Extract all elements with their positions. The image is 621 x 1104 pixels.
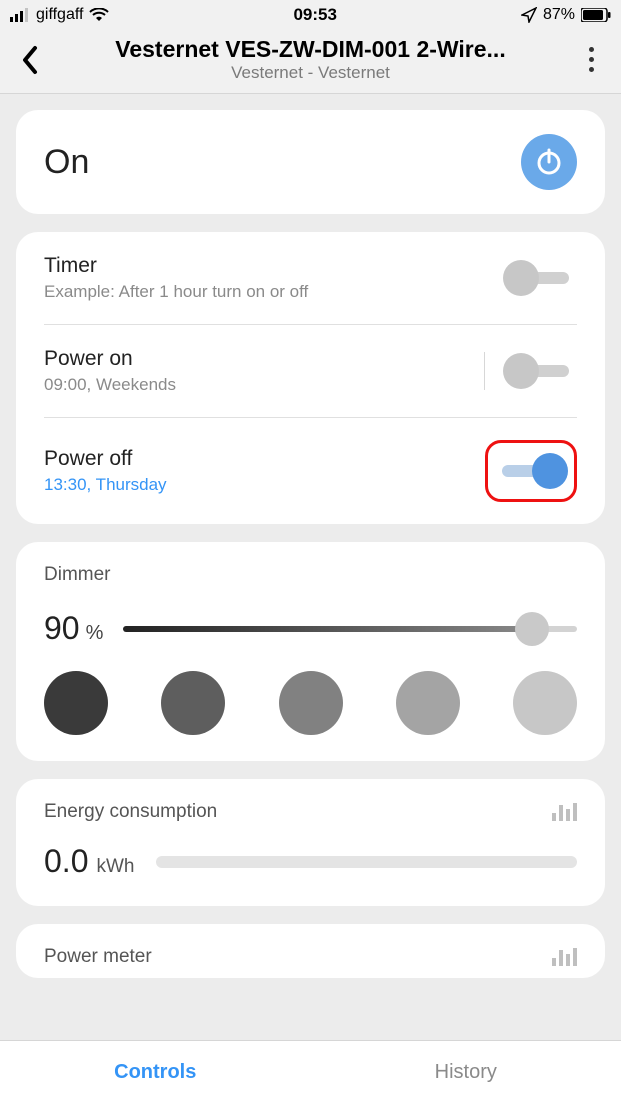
schedule-subtitle: Example: After 1 hour turn on or off	[44, 282, 308, 302]
schedule-toggle[interactable]	[503, 260, 577, 296]
chevron-left-icon	[21, 45, 39, 75]
tab-history[interactable]: History	[311, 1041, 621, 1104]
battery-percent: 87%	[543, 6, 575, 24]
energy-card: Energy consumption 0.0 kWh	[16, 779, 605, 906]
status-bar: giffgaff 09:53 87%	[0, 0, 621, 30]
schedule-toggle[interactable]	[503, 353, 577, 389]
dimmer-preset[interactable]	[44, 671, 108, 735]
schedule-row[interactable]: Power on 09:00, Weekends	[44, 325, 577, 418]
page-title: Vesternet VES-ZW-DIM-001 2-Wire...	[48, 36, 573, 63]
schedule-row[interactable]: Timer Example: After 1 hour turn on or of…	[44, 232, 577, 325]
tab-bar: Controls History	[0, 1040, 621, 1104]
clock: 09:53	[293, 5, 336, 25]
dimmer-preset[interactable]	[279, 671, 343, 735]
header: Vesternet VES-ZW-DIM-001 2-Wire... Veste…	[0, 30, 621, 94]
power-meter-card: Power meter	[16, 924, 605, 978]
dimmer-preset[interactable]	[161, 671, 225, 735]
dimmer-card: Dimmer 90 %	[16, 542, 605, 761]
energy-bar	[156, 856, 577, 868]
energy-title: Energy consumption	[44, 801, 217, 823]
power-icon	[534, 147, 564, 177]
dimmer-preset[interactable]	[396, 671, 460, 735]
schedule-toggle[interactable]	[494, 453, 568, 489]
schedule-title: Timer	[44, 254, 308, 278]
slider-handle[interactable]	[515, 612, 549, 646]
carrier-label: giffgaff	[36, 6, 83, 24]
power-meter-title: Power meter	[44, 946, 152, 968]
schedule-subtitle: 09:00, Weekends	[44, 375, 176, 395]
dimmer-preset[interactable]	[513, 671, 577, 735]
battery-icon	[581, 8, 611, 22]
power-state-label: On	[44, 143, 89, 182]
dimmer-slider[interactable]	[123, 611, 577, 647]
power-button[interactable]	[521, 134, 577, 190]
slider-track	[123, 626, 577, 632]
bar-chart-icon[interactable]	[552, 803, 577, 821]
dimmer-label: Dimmer	[44, 564, 577, 586]
schedule-title: Power on	[44, 347, 176, 371]
schedule-row[interactable]: Power off 13:30, Thursday	[44, 418, 577, 524]
energy-value: 0.0 kWh	[44, 843, 134, 880]
schedule-title: Power off	[44, 447, 167, 471]
schedule-subtitle: 13:30, Thursday	[44, 475, 167, 495]
divider	[484, 352, 485, 390]
signal-icon	[10, 8, 30, 22]
bar-chart-icon[interactable]	[552, 948, 577, 966]
energy-number: 0.0	[44, 843, 88, 880]
more-button[interactable]	[573, 37, 609, 83]
highlight-annotation	[485, 440, 577, 502]
back-button[interactable]	[12, 37, 48, 83]
dimmer-unit: %	[86, 622, 104, 645]
dimmer-value: 90 %	[44, 610, 103, 647]
dimmer-presets	[44, 671, 577, 735]
wifi-icon	[89, 8, 109, 22]
power-state-card: On	[16, 110, 605, 214]
location-icon	[521, 7, 537, 23]
schedule-card: Timer Example: After 1 hour turn on or of…	[16, 232, 605, 524]
energy-unit: kWh	[96, 856, 134, 878]
dimmer-number: 90	[44, 610, 80, 647]
page-subtitle: Vesternet - Vesternet	[48, 63, 573, 83]
tab-controls[interactable]: Controls	[0, 1041, 311, 1104]
content-area: On Timer Example: After 1 hour turn on or…	[0, 94, 621, 1040]
more-vertical-icon	[589, 47, 594, 72]
